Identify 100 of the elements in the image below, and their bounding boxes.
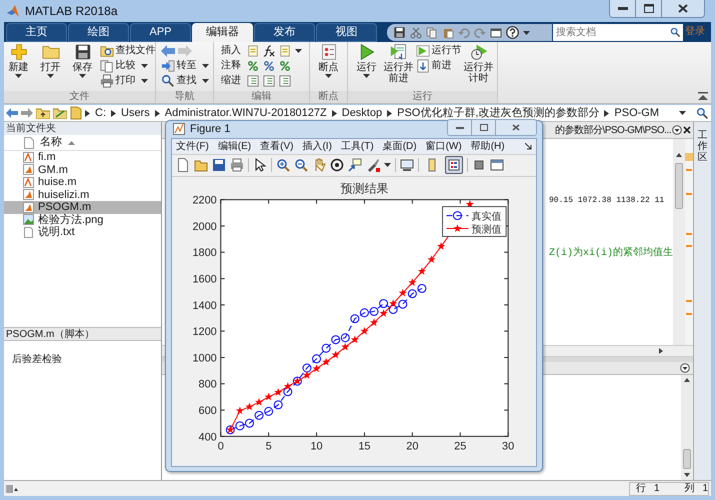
ribbon-tab[interactable]: 绘图 [68,23,129,42]
menu-item[interactable]: 窗口(W) [426,138,462,154]
path-segment[interactable]: Users [119,104,152,122]
file-name: PSOGM.m [38,201,92,214]
chevron-icon [332,110,337,116]
minimize-button[interactable] [610,0,636,17]
indent-icon [279,74,291,86]
ribbon-button[interactable]: 转至 [160,58,208,73]
file-row[interactable]: GM.m [4,164,161,176]
close-icon [683,126,691,134]
percent-icon [263,60,275,72]
menu-item[interactable]: 工具(T) [340,138,374,154]
close-button[interactable] [662,0,704,17]
ribbon-tab[interactable]: 发布 [254,23,315,42]
ribbon-button[interactable]: 打印 [100,73,156,88]
ribbon-button[interactable]: 查找文件 [100,43,156,58]
circle-marker [388,304,398,314]
menu-item[interactable]: 帮助(H) [470,138,505,154]
path-segment[interactable]: Administrator.WIN7U-20180127Z [162,104,329,122]
ribbon-button[interactable]: 缩进 [221,73,243,88]
circle-marker [398,299,408,308]
toolbar-button[interactable] [263,44,275,56]
menu-item[interactable]: 插入(I) [302,138,332,154]
toolbar-button[interactable] [490,158,504,172]
menu-item[interactable]: 文件(F) [176,138,209,154]
toggle-button[interactable] [445,156,463,174]
file-row[interactable]: huise.m [4,176,161,188]
path-segment[interactable]: PSO优化粒子群,改进灰色预测的参数部分 [395,104,602,122]
workspace-tab[interactable]: 工作区 [698,130,708,480]
ribbon-button[interactable]: 查找 [160,73,208,88]
toolbar-button[interactable] [366,158,380,172]
path-segment[interactable]: C: [93,104,108,122]
star-marker [427,254,436,262]
axis-tick-label: 2200 [192,194,217,206]
maximize-button[interactable] [472,120,496,136]
chart-title: 预测结果 [340,181,388,196]
maximize-button[interactable] [636,0,662,17]
toolbar-button[interactable] [294,158,308,172]
path-segment[interactable]: Desktop [340,104,384,122]
search-field[interactable]: 搜索文档 [553,24,667,41]
menu-item[interactable]: 编辑(E) [218,138,252,154]
column-header[interactable]: 名称 [40,134,62,151]
file-row[interactable]: 说明.txt [4,226,161,238]
toolbar-button[interactable] [253,158,267,172]
search-button[interactable] [667,24,683,41]
back-button[interactable] [160,44,174,56]
file-row[interactable]: fi.m [4,151,161,164]
star-marker [255,397,264,406]
file-row[interactable]: PSOGM.m [4,201,161,214]
toolbar-button[interactable] [212,158,226,172]
scrollbar[interactable] [673,139,685,345]
toolbar-button[interactable] [348,158,362,172]
zoom-in-icon [276,158,290,172]
scrollbar-thumb[interactable] [675,163,683,209]
ribbon-button[interactable]: 运行 [352,43,382,78]
ribbon-button[interactable]: 运行并前进 [384,43,414,84]
axis-tick-label: 30 [502,440,514,452]
ribbon-tab[interactable]: APP [130,23,191,42]
star-marker [408,278,416,286]
scrollbar[interactable] [681,375,693,480]
legend-icon [447,158,461,172]
ribbon-button[interactable]: 运行并计时 [464,43,494,84]
file-name: huise.m [38,176,77,188]
ribbon-button[interactable]: 保存 [68,43,98,78]
menu-item[interactable]: 查看(V) [260,138,294,154]
path-segment[interactable]: PSO-GM [612,104,662,122]
toolbar-button[interactable] [472,158,486,172]
save-icon [74,43,92,61]
ribbon-button[interactable]: 前进 [416,58,462,73]
panel-toggle-button[interactable] [6,484,18,492]
ribbon-tab[interactable]: 主页 [6,23,67,42]
ribbon-button[interactable]: 断点 [314,43,344,78]
close-button[interactable] [683,126,691,134]
toolbar-button[interactable] [330,158,344,172]
arrow-icon [160,58,174,72]
minimize-button[interactable] [448,120,472,136]
axis-tick-label: 1400 [192,299,217,312]
close-button[interactable] [496,120,536,136]
file-row[interactable]: huiselizi.m [4,188,161,201]
file-row[interactable]: 检验方法.png [4,214,161,226]
toolbar-button[interactable] [276,158,290,172]
circle-marker [417,283,426,292]
star-marker [389,298,398,306]
ribbon-button[interactable]: 运行节 [416,43,462,58]
star-marker [398,288,407,296]
ribbon-tab[interactable]: 视图 [316,23,377,42]
ribbon-button[interactable]: 插入 [221,43,243,58]
ribbon-button[interactable]: 打开 [36,43,66,78]
toolbar-button[interactable] [400,158,414,172]
ribbon-button[interactable]: 比较 [100,58,156,73]
minimize-icon [456,126,464,129]
right-arrow-icon [178,44,192,56]
ribbon-button[interactable]: 新建 [4,43,34,78]
printer-icon [230,158,244,172]
ribbon-tab[interactable]: 编辑器 [192,23,253,42]
search-icon [696,106,709,120]
menu-item[interactable]: 桌面(D) [382,138,417,154]
scrollbar-thumb[interactable] [683,449,691,469]
ribbon-button[interactable]: 注释 [221,58,243,73]
row-number: 1 [654,482,660,496]
